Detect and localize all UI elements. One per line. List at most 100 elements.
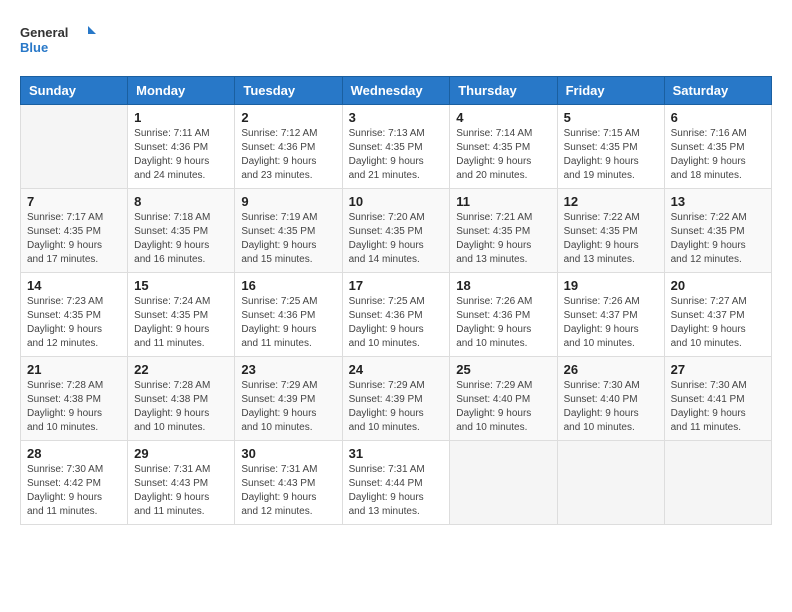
calendar-cell [664, 441, 771, 525]
calendar-cell: 27 Sunrise: 7:30 AM Sunset: 4:41 PM Dayli… [664, 357, 771, 441]
day-info: Sunrise: 7:28 AM Sunset: 4:38 PM Dayligh… [27, 379, 121, 435]
logo-svg: General Blue [20, 20, 100, 60]
day-info: Sunrise: 7:31 AM Sunset: 4:43 PM Dayligh… [241, 463, 335, 519]
day-number: 18 [456, 278, 550, 293]
day-number: 31 [349, 446, 444, 461]
calendar-cell: 11 Sunrise: 7:21 AM Sunset: 4:35 PM Dayli… [450, 189, 557, 273]
day-info: Sunrise: 7:23 AM Sunset: 4:35 PM Dayligh… [27, 295, 121, 351]
calendar-week-1: 1 Sunrise: 7:11 AM Sunset: 4:36 PM Daylig… [21, 105, 772, 189]
day-number: 24 [349, 362, 444, 377]
calendar-cell: 28 Sunrise: 7:30 AM Sunset: 4:42 PM Dayli… [21, 441, 128, 525]
day-info: Sunrise: 7:17 AM Sunset: 4:35 PM Dayligh… [27, 211, 121, 267]
day-number: 2 [241, 110, 335, 125]
calendar-cell: 14 Sunrise: 7:23 AM Sunset: 4:35 PM Dayli… [21, 273, 128, 357]
day-number: 11 [456, 194, 550, 209]
page-header: General Blue [20, 20, 772, 60]
calendar-week-2: 7 Sunrise: 7:17 AM Sunset: 4:35 PM Daylig… [21, 189, 772, 273]
day-number: 4 [456, 110, 550, 125]
day-number: 15 [134, 278, 228, 293]
day-info: Sunrise: 7:28 AM Sunset: 4:38 PM Dayligh… [134, 379, 228, 435]
calendar-cell: 24 Sunrise: 7:29 AM Sunset: 4:39 PM Dayli… [342, 357, 450, 441]
day-info: Sunrise: 7:14 AM Sunset: 4:35 PM Dayligh… [456, 127, 550, 183]
calendar-cell: 30 Sunrise: 7:31 AM Sunset: 4:43 PM Dayli… [235, 441, 342, 525]
column-header-wednesday: Wednesday [342, 77, 450, 105]
calendar-cell [450, 441, 557, 525]
day-number: 6 [671, 110, 765, 125]
day-info: Sunrise: 7:30 AM Sunset: 4:40 PM Dayligh… [564, 379, 658, 435]
day-number: 1 [134, 110, 228, 125]
day-number: 8 [134, 194, 228, 209]
calendar-cell [557, 441, 664, 525]
day-info: Sunrise: 7:18 AM Sunset: 4:35 PM Dayligh… [134, 211, 228, 267]
day-info: Sunrise: 7:26 AM Sunset: 4:37 PM Dayligh… [564, 295, 658, 351]
day-number: 19 [564, 278, 658, 293]
calendar-cell: 23 Sunrise: 7:29 AM Sunset: 4:39 PM Dayli… [235, 357, 342, 441]
day-number: 26 [564, 362, 658, 377]
column-header-saturday: Saturday [664, 77, 771, 105]
calendar-cell: 13Sunrise: 7:22 AM Sunset: 4:35 PM Dayli… [664, 189, 771, 273]
day-number: 23 [241, 362, 335, 377]
calendar-cell: 9 Sunrise: 7:19 AM Sunset: 4:35 PM Daylig… [235, 189, 342, 273]
calendar-cell [21, 105, 128, 189]
day-info: Sunrise: 7:19 AM Sunset: 4:35 PM Dayligh… [241, 211, 335, 267]
day-info: Sunrise: 7:22 AM Sunset: 4:35 PM Dayligh… [564, 211, 658, 267]
day-info: Sunrise: 7:30 AM Sunset: 4:42 PM Dayligh… [27, 463, 121, 519]
calendar-cell: 10Sunrise: 7:20 AM Sunset: 4:35 PM Dayli… [342, 189, 450, 273]
day-info: Sunrise: 7:29 AM Sunset: 4:39 PM Dayligh… [241, 379, 335, 435]
calendar-cell: 29 Sunrise: 7:31 AM Sunset: 4:43 PM Dayli… [128, 441, 235, 525]
calendar-cell: 31 Sunrise: 7:31 AM Sunset: 4:44 PM Dayli… [342, 441, 450, 525]
day-info: Sunrise: 7:25 AM Sunset: 4:36 PM Dayligh… [349, 295, 444, 351]
day-info: Sunrise: 7:15 AM Sunset: 4:35 PM Dayligh… [564, 127, 658, 183]
day-number: 28 [27, 446, 121, 461]
svg-text:Blue: Blue [20, 40, 48, 55]
day-number: 25 [456, 362, 550, 377]
day-number: 21 [27, 362, 121, 377]
day-info: Sunrise: 7:13 AM Sunset: 4:35 PM Dayligh… [349, 127, 444, 183]
calendar-cell: 25 Sunrise: 7:29 AM Sunset: 4:40 PM Dayli… [450, 357, 557, 441]
calendar-cell: 16Sunrise: 7:25 AM Sunset: 4:36 PM Dayli… [235, 273, 342, 357]
day-info: Sunrise: 7:26 AM Sunset: 4:36 PM Dayligh… [456, 295, 550, 351]
day-info: Sunrise: 7:11 AM Sunset: 4:36 PM Dayligh… [134, 127, 228, 183]
day-number: 3 [349, 110, 444, 125]
day-info: Sunrise: 7:22 AM Sunset: 4:35 PM Dayligh… [671, 211, 765, 267]
calendar-cell: 3 Sunrise: 7:13 AM Sunset: 4:35 PM Daylig… [342, 105, 450, 189]
day-number: 20 [671, 278, 765, 293]
column-header-monday: Monday [128, 77, 235, 105]
day-number: 5 [564, 110, 658, 125]
day-info: Sunrise: 7:31 AM Sunset: 4:43 PM Dayligh… [134, 463, 228, 519]
day-info: Sunrise: 7:31 AM Sunset: 4:44 PM Dayligh… [349, 463, 444, 519]
day-number: 30 [241, 446, 335, 461]
day-info: Sunrise: 7:30 AM Sunset: 4:41 PM Dayligh… [671, 379, 765, 435]
day-number: 27 [671, 362, 765, 377]
day-info: Sunrise: 7:20 AM Sunset: 4:35 PM Dayligh… [349, 211, 444, 267]
calendar-week-5: 28 Sunrise: 7:30 AM Sunset: 4:42 PM Dayli… [21, 441, 772, 525]
day-number: 16 [241, 278, 335, 293]
day-number: 29 [134, 446, 228, 461]
day-info: Sunrise: 7:27 AM Sunset: 4:37 PM Dayligh… [671, 295, 765, 351]
calendar-cell: 12 Sunrise: 7:22 AM Sunset: 4:35 PM Dayli… [557, 189, 664, 273]
logo: General Blue [20, 20, 100, 60]
calendar-cell: 8 Sunrise: 7:18 AM Sunset: 4:35 PM Daylig… [128, 189, 235, 273]
calendar-cell: 19 Sunrise: 7:26 AM Sunset: 4:37 PM Dayli… [557, 273, 664, 357]
day-info: Sunrise: 7:29 AM Sunset: 4:39 PM Dayligh… [349, 379, 444, 435]
day-number: 14 [27, 278, 121, 293]
calendar-cell: 17 Sunrise: 7:25 AM Sunset: 4:36 PM Dayli… [342, 273, 450, 357]
day-info: Sunrise: 7:16 AM Sunset: 4:35 PM Dayligh… [671, 127, 765, 183]
calendar-cell: 22Sunrise: 7:28 AM Sunset: 4:38 PM Dayli… [128, 357, 235, 441]
calendar-week-4: 21 Sunrise: 7:28 AM Sunset: 4:38 PM Dayli… [21, 357, 772, 441]
calendar-cell: 18 Sunrise: 7:26 AM Sunset: 4:36 PM Dayli… [450, 273, 557, 357]
calendar-cell: 6 Sunrise: 7:16 AM Sunset: 4:35 PM Daylig… [664, 105, 771, 189]
day-number: 7 [27, 194, 121, 209]
calendar-week-3: 14 Sunrise: 7:23 AM Sunset: 4:35 PM Dayli… [21, 273, 772, 357]
day-info: Sunrise: 7:12 AM Sunset: 4:36 PM Dayligh… [241, 127, 335, 183]
day-number: 12 [564, 194, 658, 209]
calendar-cell: 26 Sunrise: 7:30 AM Sunset: 4:40 PM Dayli… [557, 357, 664, 441]
day-info: Sunrise: 7:21 AM Sunset: 4:35 PM Dayligh… [456, 211, 550, 267]
calendar-cell: 4 Sunrise: 7:14 AM Sunset: 4:35 PM Daylig… [450, 105, 557, 189]
calendar-cell: 5 Sunrise: 7:15 AM Sunset: 4:35 PM Daylig… [557, 105, 664, 189]
day-info: Sunrise: 7:29 AM Sunset: 4:40 PM Dayligh… [456, 379, 550, 435]
day-number: 17 [349, 278, 444, 293]
calendar-cell: 21 Sunrise: 7:28 AM Sunset: 4:38 PM Dayli… [21, 357, 128, 441]
day-number: 9 [241, 194, 335, 209]
calendar-cell: 15Sunrise: 7:24 AM Sunset: 4:35 PM Dayli… [128, 273, 235, 357]
